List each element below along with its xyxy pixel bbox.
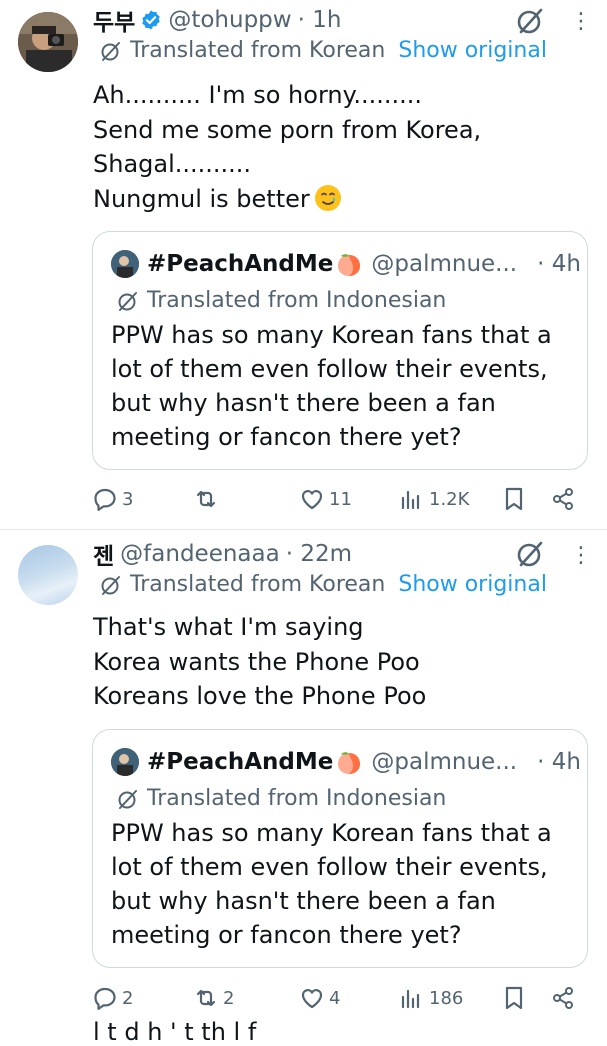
more-icon[interactable]: ⋮: [570, 544, 592, 568]
quoted-text: PPW has so many Korean fans that a lot o…: [111, 816, 552, 952]
like-count: 11: [329, 488, 352, 510]
views-count: 1.2K: [429, 488, 470, 510]
views-icon: [401, 490, 420, 510]
tweet-text: Ah.......... I'm so horny......... Send …: [93, 78, 481, 216]
verified-badge-icon: [142, 10, 161, 30]
translate-icon: [101, 41, 120, 61]
bookmark-icon: [505, 487, 523, 511]
tweet-header: 젠 @fandeenaaa · 22m: [93, 536, 352, 572]
quoted-handle: @palmnue...: [371, 251, 518, 277]
like-count: 4: [329, 987, 341, 1009]
views-button[interactable]: 186: [399, 981, 463, 1015]
bookmark-button[interactable]: [501, 482, 531, 516]
tweet-text-line: Nungmul is better: [93, 184, 310, 213]
author-name[interactable]: 젠: [93, 537, 114, 571]
translation-notice: Translated from Korean Show original: [100, 38, 547, 63]
quoted-author-name: #PeachAndMe: [147, 749, 334, 775]
repost-icon: [196, 989, 216, 1007]
like-button[interactable]: 4: [299, 981, 340, 1015]
reply-icon: [94, 488, 116, 511]
translated-label: Translated from Korean: [130, 38, 386, 63]
translate-icon: [101, 575, 120, 595]
quoted-text: PPW has so many Korean fans that a lot o…: [111, 318, 552, 454]
quoted-tweet[interactable]: #PeachAndMe @palmnue... · 4h Translated …: [92, 231, 588, 470]
reply-count: 3: [122, 488, 134, 510]
quoted-header: #PeachAndMe @palmnue... · 4h: [147, 744, 581, 780]
show-original-link[interactable]: Show original: [398, 572, 547, 597]
share-icon: [553, 987, 573, 1009]
views-button[interactable]: 1.2K: [399, 482, 469, 516]
author-avatar[interactable]: [18, 12, 78, 72]
author-avatar[interactable]: [18, 545, 78, 605]
translation-notice: Translated from Korean Show original: [100, 572, 547, 597]
views-icon: [401, 989, 420, 1009]
quoted-text-line: lot of them even follow their events,: [111, 355, 548, 383]
quoted-translated-label: Translated from Indonesian: [147, 288, 447, 313]
share-button[interactable]: [550, 981, 580, 1015]
bookmark-icon: [505, 986, 523, 1010]
tweet-text-line: Koreans love the Phone Poo: [93, 682, 427, 710]
grok-icon[interactable]: [515, 539, 545, 569]
quoted-tweet[interactable]: #PeachAndMe @palmnue... · 4h Translated …: [92, 729, 588, 968]
tweet-text-line: Send me some porn from Korea,: [93, 115, 482, 144]
grok-icon[interactable]: [515, 6, 545, 36]
peach-emoji-icon: [338, 254, 361, 276]
reply-count: 2: [122, 987, 134, 1009]
repost-button[interactable]: [193, 482, 223, 516]
quoted-header: #PeachAndMe @palmnue... · 4h: [147, 246, 581, 282]
repost-count: 2: [223, 987, 235, 1009]
quoted-translated-label: Translated from Indonesian: [147, 786, 447, 811]
quoted-text-line: lot of them even follow their events,: [111, 853, 548, 881]
bookmark-button[interactable]: [501, 981, 531, 1015]
like-button[interactable]: 11: [299, 482, 352, 516]
tweet-1[interactable]: 두부 @tohuppw · 1h ⋮ Translated from Korea…: [0, 0, 607, 527]
more-icon[interactable]: ⋮: [570, 10, 592, 34]
translate-icon: [118, 789, 137, 809]
tweet-text-line: Ah.......... I'm so horny.........: [93, 81, 423, 109]
reply-button[interactable]: 2: [92, 981, 133, 1015]
timestamp[interactable]: · 22m: [286, 541, 352, 567]
timestamp[interactable]: · 1h: [298, 7, 342, 33]
quoted-avatar: [111, 250, 139, 278]
quoted-text-line: meeting or fancon there yet?: [111, 423, 462, 451]
quoted-text-line: PPW has so many Korean fans that a: [111, 321, 552, 349]
quoted-translation-notice: Translated from Indonesian: [117, 786, 446, 811]
peach-emoji-icon: [338, 752, 361, 774]
quoted-timestamp: · 4h: [537, 251, 581, 277]
author-handle[interactable]: @fandeenaaa: [120, 541, 280, 567]
reply-icon: [94, 987, 116, 1010]
quoted-author-name: #PeachAndMe: [147, 251, 334, 277]
quoted-avatar: [111, 748, 139, 776]
quoted-text-line: but why hasn't there been a fan: [111, 887, 496, 915]
quoted-text-line: but why hasn't there been a fan: [111, 389, 496, 417]
repost-icon: [196, 490, 216, 508]
repost-button[interactable]: 2: [193, 981, 234, 1015]
show-original-link[interactable]: Show original: [398, 38, 547, 63]
translate-icon: [118, 291, 137, 311]
quoted-timestamp: · 4h: [537, 749, 581, 775]
author-handle[interactable]: @tohuppw: [168, 7, 291, 33]
tweet-2[interactable]: 젠 @fandeenaaa · 22m ⋮ Translated from Ko…: [0, 530, 607, 1024]
reply-button[interactable]: 3: [92, 482, 133, 516]
quoted-translation-notice: Translated from Indonesian: [117, 288, 446, 313]
tweet-text-line: Shagal..........: [93, 150, 252, 178]
quoted-handle: @palmnue...: [371, 749, 518, 775]
views-count: 186: [429, 987, 464, 1009]
tweet-text-line: Korea wants the Phone Poo: [93, 647, 420, 676]
quoted-text-line: meeting or fancon there yet?: [111, 921, 462, 949]
tweet-text: That's what I'm saying Korea wants the P…: [93, 610, 426, 714]
like-icon: [301, 490, 323, 510]
quoted-text-line: PPW has so many Korean fans that a: [111, 819, 552, 847]
action-bar: 2 2 4 186: [0, 981, 607, 1015]
tweet-header: 두부 @tohuppw · 1h: [93, 2, 341, 38]
action-bar: 3 11 1.2K: [0, 482, 607, 516]
author-name[interactable]: 두부: [93, 3, 135, 37]
tweet-text-line: That's what I'm saying: [93, 613, 364, 641]
share-button[interactable]: [550, 482, 580, 516]
smiling-face-with-tear-emoji-icon: [314, 184, 341, 211]
cutoff-next-text: l t d h ' t th l f: [93, 1018, 257, 1046]
like-icon: [301, 989, 323, 1009]
share-icon: [553, 488, 573, 510]
translated-label: Translated from Korean: [130, 572, 386, 597]
